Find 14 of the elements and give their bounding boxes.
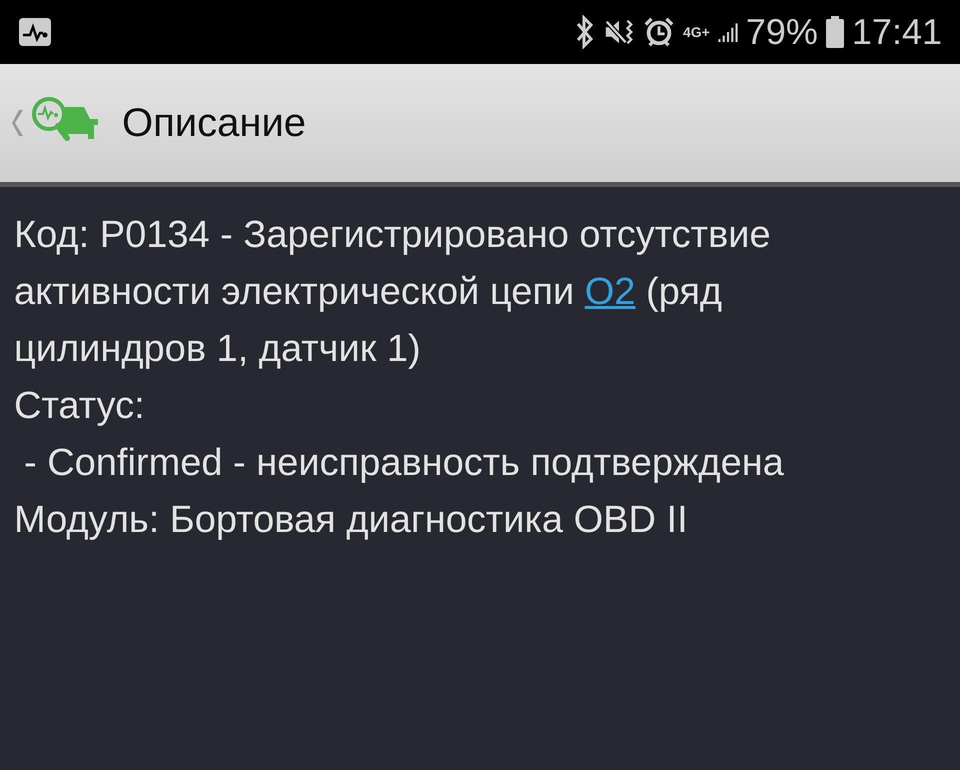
screen-title: Описание bbox=[122, 100, 306, 146]
fault-description: Код: P0134 - Зарегистрировано отсутствие активности электрической цепи O2 (ряд цилиндров 1, датчик 1) bbox=[14, 213, 772, 372]
back-icon[interactable] bbox=[12, 108, 24, 138]
o2-link[interactable]: O2 bbox=[584, 271, 636, 313]
alarm-icon bbox=[642, 15, 675, 49]
battery-percent: 79% bbox=[746, 11, 818, 53]
clock: 17:41 bbox=[852, 11, 942, 53]
module-text: Модуль: Бортовая диагностика OBD II bbox=[14, 498, 689, 543]
bluetooth-icon bbox=[574, 15, 595, 49]
status-label: Статус: bbox=[14, 384, 146, 429]
network-type: 4G+ bbox=[682, 25, 710, 39]
activity-icon bbox=[18, 17, 52, 47]
status-value: - Confirmed - неисправность подтверждена bbox=[23, 441, 785, 486]
battery-icon bbox=[826, 16, 844, 48]
